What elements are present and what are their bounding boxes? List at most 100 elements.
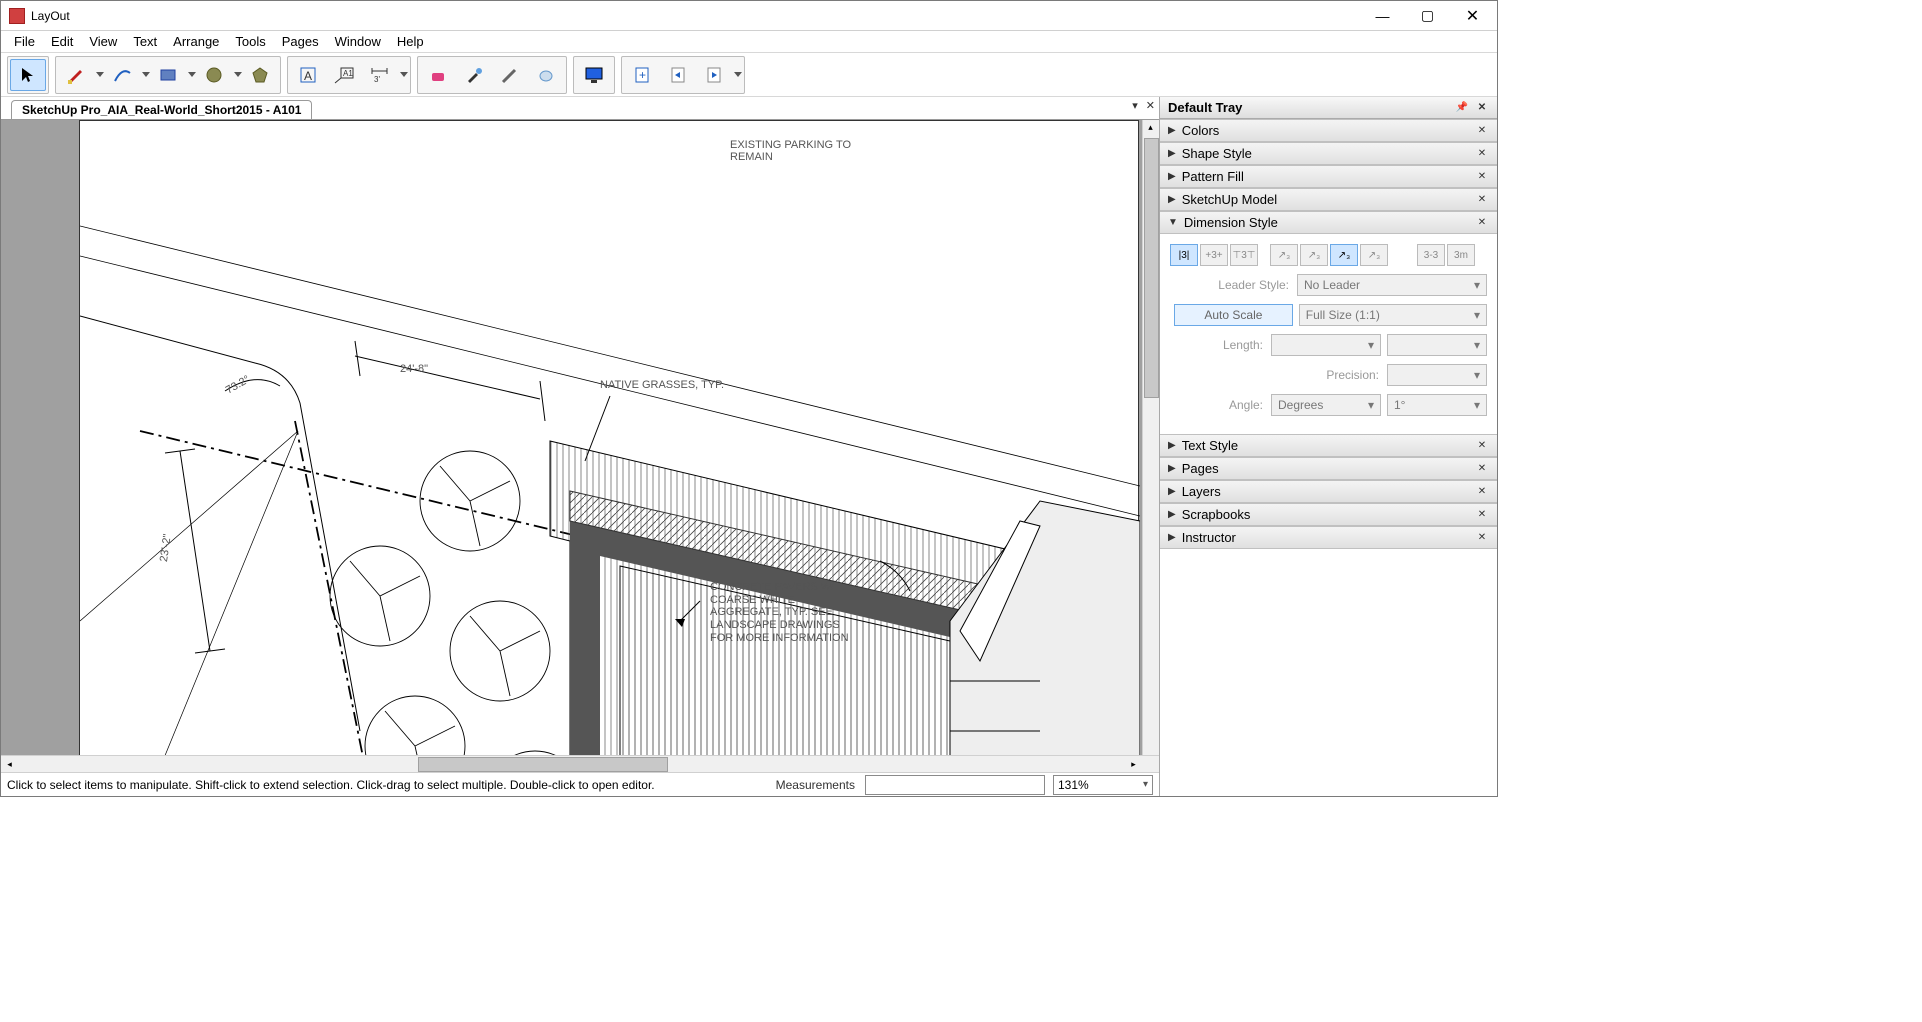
dim-align-2-button[interactable]: ↗₃ — [1300, 244, 1328, 266]
panel-scrapbooks[interactable]: ▶Scrapbooks✕ — [1160, 503, 1497, 526]
horizontal-scrollbar[interactable]: ◂ ▸ — [1, 755, 1159, 772]
label-tool-button[interactable]: A1 — [326, 59, 362, 91]
chevron-down-icon: ▾ — [1143, 779, 1148, 790]
tab-close-button[interactable]: ✕ — [1146, 99, 1155, 112]
zoom-selector[interactable]: 131% ▾ — [1053, 775, 1153, 795]
canvas-area: SketchUp Pro_AIA_Real-World_Short2015 - … — [1, 97, 1159, 796]
site-plan-drawing — [80, 121, 1140, 755]
panel-text-style[interactable]: ▶Text Style✕ — [1160, 434, 1497, 457]
drawing-page[interactable]: EXISTING PARKING TO REMAIN NATIVE GRASSE… — [79, 120, 1139, 755]
prev-page-button[interactable] — [660, 59, 696, 91]
menu-pages[interactable]: Pages — [274, 32, 327, 51]
dropdown-caret-icon[interactable] — [188, 72, 196, 77]
add-page-button[interactable]: + — [624, 59, 660, 91]
text-tool-button[interactable]: A — [290, 59, 326, 91]
panel-close-icon[interactable]: ✕ — [1475, 171, 1489, 182]
arc-tool-button[interactable] — [104, 59, 140, 91]
tray-header[interactable]: Default Tray 📌 ✕ — [1160, 97, 1497, 119]
dim-text-center-button[interactable]: +3+ — [1200, 244, 1228, 266]
panel-close-icon[interactable]: ✕ — [1475, 463, 1489, 474]
menu-text[interactable]: Text — [125, 32, 165, 51]
length-unit-select[interactable]: ▾ — [1271, 334, 1381, 356]
auto-scale-button[interactable]: Auto Scale — [1174, 304, 1293, 326]
dropdown-caret-icon[interactable] — [142, 72, 150, 77]
precision-select[interactable]: ▾ — [1387, 364, 1487, 386]
length-precision-select[interactable]: ▾ — [1387, 334, 1487, 356]
glue-icon — [536, 65, 556, 85]
dim-unit-arch-button[interactable]: 3-3 — [1417, 244, 1445, 266]
dim-text-above-button[interactable]: |3| — [1170, 244, 1198, 266]
leader-style-select[interactable]: No Leader▾ — [1297, 274, 1487, 296]
page-plus-icon: + — [632, 65, 652, 85]
panel-close-icon[interactable]: ✕ — [1475, 440, 1489, 451]
panel-layers[interactable]: ▶Layers✕ — [1160, 480, 1497, 503]
panel-close-icon[interactable]: ✕ — [1475, 194, 1489, 205]
window-title: LayOut — [31, 9, 1360, 23]
dim-unit-metric-button[interactable]: 3m — [1447, 244, 1475, 266]
panel-dimension-style[interactable]: ▼Dimension Style✕ — [1160, 211, 1497, 234]
menu-arrange[interactable]: Arrange — [165, 32, 227, 51]
join-tool-button[interactable] — [528, 59, 564, 91]
panel-sketchup-model[interactable]: ▶SketchUp Model✕ — [1160, 188, 1497, 211]
minimize-button[interactable]: — — [1360, 1, 1405, 31]
dimension-tool-button[interactable]: 3' — [362, 59, 398, 91]
pin-icon[interactable]: 📌 — [1455, 102, 1469, 113]
app-window: LayOut — ▢ ✕ File Edit View Text Arrange… — [0, 0, 1498, 797]
panel-close-icon[interactable]: ✕ — [1475, 532, 1489, 543]
monitor-icon — [583, 65, 605, 85]
scale-select[interactable]: Full Size (1:1)▾ — [1299, 304, 1487, 326]
style-tool-button[interactable] — [456, 59, 492, 91]
polygon-tool-button[interactable] — [242, 59, 278, 91]
dim-text-below-button[interactable]: ⊤3⊤ — [1230, 244, 1258, 266]
panel-pattern-fill[interactable]: ▶Pattern Fill✕ — [1160, 165, 1497, 188]
knife-icon — [500, 65, 520, 85]
menubar: File Edit View Text Arrange Tools Pages … — [1, 31, 1497, 53]
panel-close-icon[interactable]: ✕ — [1475, 148, 1489, 159]
panel-close-icon[interactable]: ✕ — [1475, 217, 1489, 228]
split-tool-button[interactable] — [492, 59, 528, 91]
panel-close-icon[interactable]: ✕ — [1475, 486, 1489, 497]
tray-close-button[interactable]: ✕ — [1475, 102, 1489, 113]
menu-tools[interactable]: Tools — [227, 32, 273, 51]
note-existing-parking: EXISTING PARKING TO REMAIN — [730, 139, 870, 163]
panel-close-icon[interactable]: ✕ — [1475, 509, 1489, 520]
dimension-icon: 3' — [369, 65, 391, 85]
text-icon: A — [298, 65, 318, 85]
dropdown-caret-icon[interactable] — [400, 72, 408, 77]
menu-view[interactable]: View — [81, 32, 125, 51]
vertical-scrollbar[interactable]: ▴ — [1142, 120, 1159, 755]
menu-window[interactable]: Window — [327, 32, 389, 51]
angle-precision-select[interactable]: 1°▾ — [1387, 394, 1487, 416]
panel-pages[interactable]: ▶Pages✕ — [1160, 457, 1497, 480]
dimension-style-body: |3| +3+ ⊤3⊤ ↗₃ ↗₃ ↗₃ ↗₃ 3-3 3m — [1160, 234, 1497, 434]
menu-file[interactable]: File — [6, 32, 43, 51]
page-prev-icon — [668, 65, 688, 85]
dropdown-caret-icon[interactable] — [234, 72, 242, 77]
close-button[interactable]: ✕ — [1450, 1, 1495, 31]
length-label: Length: — [1223, 338, 1263, 352]
select-tool-button[interactable] — [10, 59, 46, 91]
dim-align-1-button[interactable]: ↗₃ — [1270, 244, 1298, 266]
dropdown-caret-icon[interactable] — [734, 72, 742, 77]
panel-shape-style[interactable]: ▶Shape Style✕ — [1160, 142, 1497, 165]
panel-colors[interactable]: ▶Colors✕ — [1160, 119, 1497, 142]
next-page-button[interactable] — [696, 59, 732, 91]
eraser-tool-button[interactable] — [420, 59, 456, 91]
menu-help[interactable]: Help — [389, 32, 432, 51]
line-tool-button[interactable] — [58, 59, 94, 91]
angle-unit-select[interactable]: Degrees▾ — [1271, 394, 1381, 416]
canvas-viewport[interactable]: EXISTING PARKING TO REMAIN NATIVE GRASSE… — [1, 119, 1159, 755]
document-tab[interactable]: SketchUp Pro_AIA_Real-World_Short2015 - … — [11, 100, 312, 120]
menu-edit[interactable]: Edit — [43, 32, 81, 51]
measurements-input[interactable] — [865, 775, 1045, 795]
panel-close-icon[interactable]: ✕ — [1475, 125, 1489, 136]
dropdown-caret-icon[interactable] — [96, 72, 104, 77]
circle-tool-button[interactable] — [196, 59, 232, 91]
dim-align-4-button[interactable]: ↗₃ — [1360, 244, 1388, 266]
panel-instructor[interactable]: ▶Instructor✕ — [1160, 526, 1497, 549]
dim-align-3-button[interactable]: ↗₃ — [1330, 244, 1358, 266]
maximize-button[interactable]: ▢ — [1405, 1, 1450, 31]
tab-menu-caret[interactable]: ▾ — [1132, 99, 1138, 112]
rectangle-tool-button[interactable] — [150, 59, 186, 91]
presentation-button[interactable] — [576, 59, 612, 91]
